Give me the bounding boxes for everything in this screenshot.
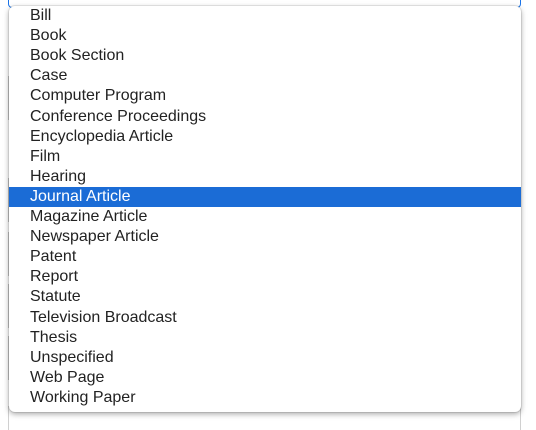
- option-computer-program[interactable]: Computer Program: [9, 86, 521, 106]
- option-hearing[interactable]: Hearing: [9, 167, 521, 187]
- option-book-section[interactable]: Book Section: [9, 46, 521, 66]
- option-conference-proceedings[interactable]: Conference Proceedings: [9, 107, 521, 127]
- option-film[interactable]: Film: [9, 147, 521, 167]
- option-case[interactable]: Case: [9, 66, 521, 86]
- option-report[interactable]: Report: [9, 267, 521, 287]
- option-magazine-article[interactable]: Magazine Article: [9, 207, 521, 227]
- option-television-broadcast[interactable]: Television Broadcast: [9, 308, 521, 328]
- item-type-dropdown[interactable]: Bill Book Book Section Case Computer Pro…: [9, 6, 521, 412]
- option-journal-article[interactable]: Journal Article: [9, 186, 521, 207]
- option-book[interactable]: Book: [9, 26, 521, 46]
- option-patent[interactable]: Patent: [9, 247, 521, 267]
- option-encyclopedia-article[interactable]: Encyclopedia Article: [9, 127, 521, 147]
- option-working-paper[interactable]: Working Paper: [9, 388, 521, 408]
- option-thesis[interactable]: Thesis: [9, 328, 521, 348]
- option-web-page[interactable]: Web Page: [9, 368, 521, 388]
- option-statute[interactable]: Statute: [9, 287, 521, 307]
- option-newspaper-article[interactable]: Newspaper Article: [9, 227, 521, 247]
- option-bill[interactable]: Bill: [9, 6, 521, 26]
- option-unspecified[interactable]: Unspecified: [9, 348, 521, 368]
